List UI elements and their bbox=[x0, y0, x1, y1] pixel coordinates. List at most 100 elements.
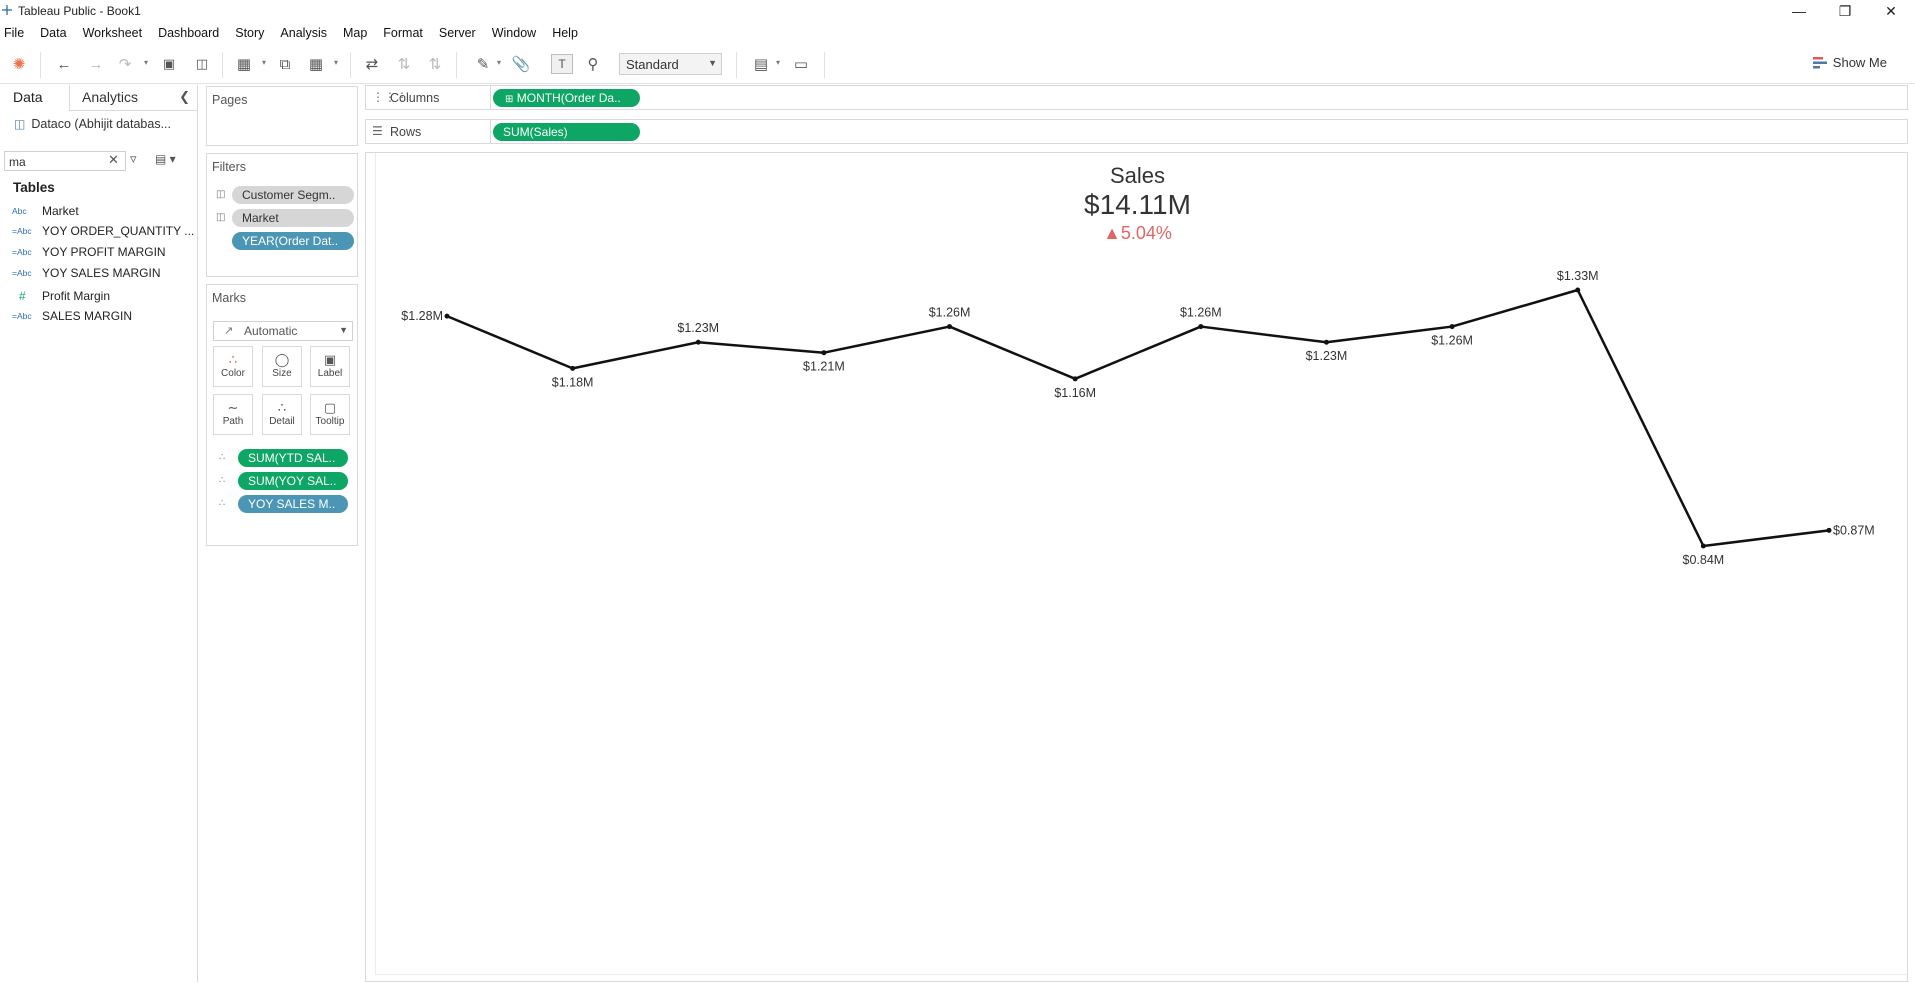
new-worksheet-icon[interactable]: ▦ bbox=[233, 54, 255, 74]
mark-type-select[interactable]: ↗ Automatic ▼ bbox=[213, 321, 353, 341]
clear-sheet-dropdown-icon[interactable]: ▾ bbox=[334, 58, 338, 67]
size-button[interactable]: ◯ Size bbox=[262, 346, 302, 387]
show-me-button[interactable]: Show Me bbox=[1812, 55, 1887, 70]
filter-pill[interactable]: Customer Segm.. bbox=[232, 186, 354, 204]
sales-line-chart[interactable]: $1.28M $1.18M $1.23M $1.21M $1.26M $1.16M $1.2… bbox=[366, 153, 1909, 983]
field-item[interactable]: =Abc YOY PROFIT MARGIN bbox=[12, 243, 166, 260]
data-point[interactable] bbox=[947, 324, 953, 330]
data-point[interactable] bbox=[570, 365, 576, 371]
filter-icon[interactable]: ▿ bbox=[130, 151, 137, 167]
tab-analytics[interactable]: Analytics bbox=[82, 89, 138, 105]
menu-dashboard[interactable]: Dashboard bbox=[150, 26, 227, 40]
data-point[interactable] bbox=[1700, 543, 1706, 549]
rows-shelf[interactable]: ☰ Rows SUM(Sales) bbox=[365, 119, 1908, 144]
clear-sheet-icon[interactable]: ▦ bbox=[305, 54, 327, 74]
tooltip-button[interactable]: ▢ Tooltip bbox=[310, 394, 350, 435]
duplicate-sheet-icon[interactable]: ⧉ bbox=[274, 54, 296, 74]
menu-server[interactable]: Server bbox=[431, 26, 484, 40]
filter-pill[interactable]: Market bbox=[232, 209, 354, 227]
field-name: Market bbox=[42, 203, 79, 218]
clear-search-icon[interactable]: ✕ bbox=[108, 152, 119, 168]
show-mark-labels-icon[interactable]: T bbox=[551, 54, 573, 74]
restore-button[interactable]: ❐ bbox=[1822, 0, 1868, 22]
data-point[interactable] bbox=[1072, 376, 1078, 382]
data-point[interactable] bbox=[444, 313, 450, 319]
marks-pill[interactable]: SUM(YTD SAL.. bbox=[238, 449, 348, 467]
marks-pill[interactable]: SUM(YOY SAL.. bbox=[238, 472, 348, 490]
menu-story[interactable]: Story bbox=[227, 26, 272, 40]
field-item[interactable]: Abc Market bbox=[12, 202, 79, 219]
marks-pill[interactable]: YOY SALES M.. bbox=[238, 495, 348, 513]
minimize-button[interactable]: — bbox=[1776, 0, 1822, 22]
swap-rows-columns-icon[interactable]: ⇄ bbox=[361, 54, 383, 74]
data-label: $0.87M bbox=[1833, 523, 1875, 537]
tableau-home-icon[interactable]: ✺ bbox=[8, 54, 30, 74]
columns-pill[interactable]: ⊞ MONTH(Order Da.. bbox=[493, 89, 640, 107]
highlight-icon[interactable]: ✎ bbox=[472, 54, 494, 74]
new-datasource-icon[interactable]: ◫ bbox=[191, 54, 213, 74]
marks-card: Marks ↗ Automatic ▼ ∴ Color ◯ Size ▣ Lab… bbox=[206, 284, 358, 546]
field-item[interactable]: =Abc SALES MARGIN bbox=[12, 307, 132, 324]
show-cards-icon[interactable]: ▤ bbox=[750, 54, 772, 74]
columns-label: ⋮⋮⋮ Columns bbox=[366, 86, 491, 109]
show-me-icon bbox=[1812, 56, 1827, 68]
data-point[interactable] bbox=[1826, 527, 1832, 533]
pages-card[interactable]: Pages bbox=[206, 86, 358, 146]
new-worksheet-dropdown-icon[interactable]: ▾ bbox=[262, 58, 266, 67]
collapse-pane-icon[interactable]: ❮ bbox=[179, 89, 190, 105]
group-members-icon[interactable]: 📎 bbox=[510, 54, 532, 74]
path-icon: ∼ bbox=[227, 400, 239, 415]
data-label: $0.84M bbox=[1683, 553, 1725, 567]
menu-worksheet[interactable]: Worksheet bbox=[75, 26, 151, 40]
label-icon: ▣ bbox=[323, 352, 337, 367]
data-point[interactable] bbox=[1449, 324, 1455, 330]
view-options-icon[interactable]: ▤ ▾ bbox=[155, 152, 176, 166]
fit-select[interactable]: Standard ▼ bbox=[619, 53, 722, 75]
menu-data[interactable]: Data bbox=[32, 26, 74, 40]
viz-area[interactable]: Sales $14.11M ▲5.04% $1.28M $1.18M $1.23M $… bbox=[365, 152, 1909, 983]
detail-button[interactable]: ∴ Detail bbox=[262, 394, 302, 435]
replay-dropdown-icon[interactable]: ▾ bbox=[144, 58, 148, 67]
menu-format[interactable]: Format bbox=[375, 26, 431, 40]
menu-analysis[interactable]: Analysis bbox=[272, 26, 335, 40]
undo-icon[interactable]: ← bbox=[53, 54, 75, 74]
filter-pill[interactable]: YEAR(Order Dat.. bbox=[232, 232, 354, 250]
menu-file[interactable]: File bbox=[0, 26, 32, 40]
redo-icon[interactable]: → bbox=[85, 54, 107, 74]
data-label: $1.23M bbox=[677, 321, 719, 335]
menu-map[interactable]: Map bbox=[335, 26, 375, 40]
show-cards-dropdown-icon[interactable]: ▾ bbox=[776, 58, 780, 67]
datasource-item[interactable]: ◫ Dataco (Abhijit databas... bbox=[14, 117, 171, 131]
field-item[interactable]: # Profit Margin bbox=[12, 287, 110, 304]
tab-data[interactable]: Data bbox=[0, 85, 70, 111]
label-button[interactable]: ▣ Label bbox=[310, 346, 350, 387]
data-point[interactable] bbox=[695, 339, 701, 345]
color-button[interactable]: ∴ Color bbox=[213, 346, 253, 387]
menu-help[interactable]: Help bbox=[544, 26, 586, 40]
data-point[interactable] bbox=[1198, 324, 1204, 330]
sales-series-line[interactable] bbox=[446, 288, 1830, 548]
presentation-mode-icon[interactable]: ▭ bbox=[790, 54, 812, 74]
rows-pill[interactable]: SUM(Sales) bbox=[493, 123, 640, 141]
menu-window[interactable]: Window bbox=[484, 26, 544, 40]
data-point[interactable] bbox=[1575, 287, 1581, 293]
sort-ascending-icon[interactable]: ⇅ bbox=[393, 54, 415, 74]
data-label: $1.26M bbox=[929, 306, 971, 320]
label-label: Label bbox=[317, 368, 343, 379]
replay-icon[interactable]: ↷ bbox=[114, 54, 136, 74]
filters-card: Filters ◫ Customer Segm.. ◫ Market YEAR(… bbox=[206, 153, 358, 277]
path-button[interactable]: ∼ Path bbox=[213, 394, 253, 435]
highlight-dropdown-icon[interactable]: ▾ bbox=[497, 58, 501, 67]
menu-bar: File Data Worksheet Dashboard Story Anal… bbox=[0, 22, 1915, 44]
data-point[interactable] bbox=[1323, 339, 1329, 345]
sort-descending-icon[interactable]: ⇅ bbox=[424, 54, 446, 74]
data-point[interactable] bbox=[821, 350, 827, 356]
field-item[interactable]: =Abc YOY ORDER_QUANTITY ... bbox=[12, 222, 194, 239]
close-window-button[interactable]: ✕ bbox=[1868, 0, 1914, 22]
datasource-name: Dataco (Abhijit databas... bbox=[31, 117, 172, 131]
save-icon[interactable]: ▣ bbox=[158, 54, 180, 74]
field-item[interactable]: =Abc YOY SALES MARGIN bbox=[12, 264, 160, 281]
columns-shelf[interactable]: ⋮⋮⋮ Columns ⊞ MONTH(Order Da.. bbox=[365, 85, 1908, 110]
fix-axes-icon[interactable]: ⚲ bbox=[582, 54, 604, 74]
data-label: $1.18M bbox=[552, 375, 594, 389]
